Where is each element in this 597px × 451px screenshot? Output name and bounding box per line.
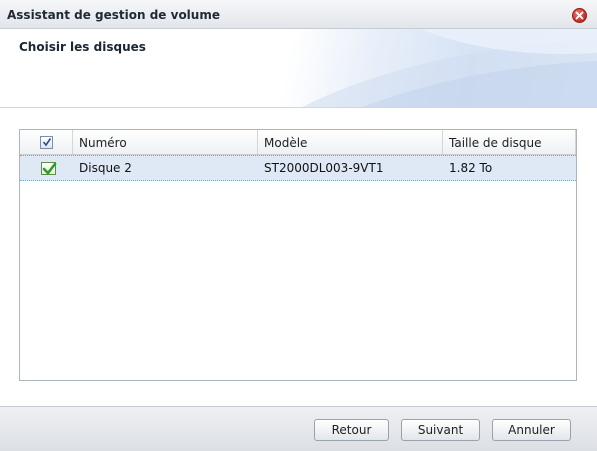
row-checkbox[interactable] — [41, 162, 57, 175]
disk-table: Numéro Modèle Taille de disque Disque 2 … — [19, 129, 577, 381]
select-all-checkbox[interactable] — [40, 136, 53, 149]
window-title: Assistant de gestion de volume — [7, 8, 220, 22]
row-size-cell: 1.82 To — [443, 156, 576, 180]
next-button[interactable]: Suivant — [401, 419, 480, 441]
row-number-cell: Disque 2 — [73, 156, 258, 180]
column-header-number[interactable]: Numéro — [73, 130, 258, 154]
column-header-number-label: Numéro — [79, 136, 127, 150]
row-check-cell — [20, 156, 73, 180]
wizard-header: Choisir les disques — [0, 29, 597, 108]
title-bar: Assistant de gestion de volume — [0, 0, 597, 29]
column-header-model-label: Modèle — [264, 136, 308, 150]
wizard-footer: Retour Suivant Annuler — [0, 406, 597, 451]
row-model-cell: ST2000DL003-9VT1 — [258, 156, 443, 180]
table-header: Numéro Modèle Taille de disque — [20, 130, 576, 155]
disk-size: 1.82 To — [449, 161, 493, 175]
step-title: Choisir les disques — [19, 40, 146, 54]
checkmark-icon — [42, 138, 52, 147]
green-checkmark-icon — [42, 162, 57, 175]
column-header-size-label: Taille de disque — [449, 136, 542, 150]
close-icon[interactable] — [572, 8, 587, 23]
cancel-button[interactable]: Annuler — [492, 419, 571, 441]
column-header-size[interactable]: Taille de disque — [443, 130, 576, 154]
disk-number: Disque 2 — [79, 161, 132, 175]
volume-wizard-window: Assistant de gestion de volume Choisir l… — [0, 0, 597, 451]
disk-model: ST2000DL003-9VT1 — [264, 161, 384, 175]
header-select-all-cell — [20, 130, 73, 154]
column-header-model[interactable]: Modèle — [258, 130, 443, 154]
table-row[interactable]: Disque 2 ST2000DL003-9VT1 1.82 To — [20, 155, 576, 181]
back-button[interactable]: Retour — [314, 419, 389, 441]
